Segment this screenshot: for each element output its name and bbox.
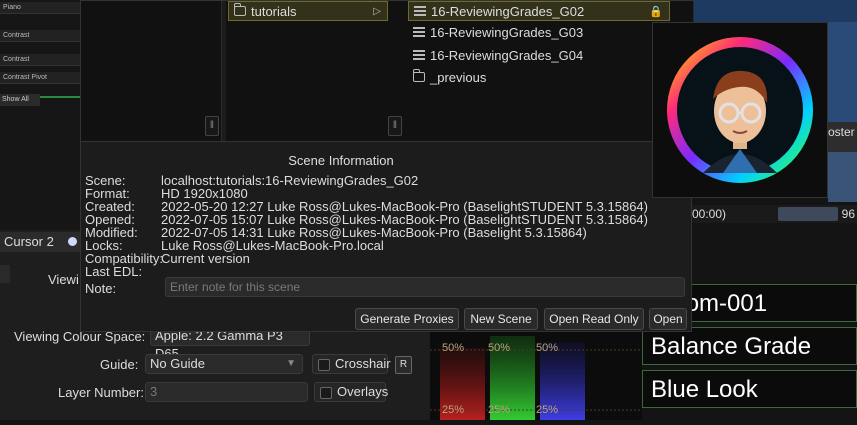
guide-value: No Guide [150, 356, 205, 371]
folder-item-previous[interactable]: _previous [408, 68, 670, 88]
scene-icon [413, 27, 425, 37]
layer-number-label: Layer Number: [58, 385, 144, 400]
checkbox-icon [318, 359, 330, 371]
left-panel: Piano Contrast Contrast Contrast Pivot [0, 0, 82, 230]
avatar [652, 22, 828, 198]
scene-item[interactable]: 16-ReviewingGrades_G04 [408, 46, 670, 66]
timecode: 00:00) [692, 207, 727, 221]
scene-name: 16-ReviewingGrades_G02 [431, 4, 585, 19]
note-label: Note: [85, 281, 117, 296]
timecode-right: 96 [841, 207, 855, 221]
timeline-slider[interactable] [778, 207, 838, 221]
info-value: Current version [161, 251, 250, 266]
divider [81, 141, 693, 142]
expand-arrow-icon[interactable] [0, 265, 10, 283]
layer-row[interactable]: Piano [0, 2, 80, 14]
open-button[interactable]: Open [649, 308, 687, 330]
timeline-strip [692, 0, 857, 22]
chevron-down-icon: ▼ [286, 358, 296, 369]
guide-label: Guide: [100, 357, 139, 372]
info-label: Last EDL: [85, 264, 143, 279]
browser-column: ‖ [81, 1, 222, 141]
show-all-dropdown[interactable]: Show All [0, 94, 40, 106]
crosshair-toggle[interactable]: Crosshair [312, 354, 391, 374]
poster-label: oster [828, 122, 857, 152]
avatar-illustration [667, 37, 813, 183]
folder-icon [234, 3, 246, 16]
scope-level-label: 50% [488, 342, 511, 354]
scene-icon [414, 6, 426, 16]
folder-column: tutorials ▷ ‖ [226, 1, 407, 141]
scene-icon [413, 50, 425, 60]
column-resize-handle[interactable]: ‖ [205, 116, 219, 136]
checkbox-icon [320, 387, 332, 399]
active-indicator [40, 96, 82, 98]
look-button[interactable]: Balance Grade [642, 327, 857, 365]
lock-icon: 🔒 [649, 6, 663, 18]
crosshair-label: Crosshair [335, 356, 391, 371]
waveform-scopes: 50% 50% 50% 25% 25% 25% [430, 332, 642, 420]
layer-number-field[interactable]: 3 [145, 382, 308, 402]
scope-level-label: 50% [442, 342, 465, 354]
scope-level-label: 50% [536, 342, 559, 354]
folder-label: _previous [430, 70, 487, 85]
cursor-indicator-icon [68, 237, 77, 246]
layer-row[interactable]: Contrast Pivot [0, 72, 80, 84]
scope-level-label: 25% [536, 404, 559, 416]
scope-level-label: 25% [488, 404, 511, 416]
folder-label: tutorials [251, 4, 297, 19]
look-button[interactable]: Blue Look [642, 370, 857, 408]
scene-name: 16-ReviewingGrades_G04 [430, 48, 584, 63]
layer-row[interactable]: Contrast [0, 54, 80, 66]
reset-button[interactable]: R [395, 356, 412, 374]
scene-browser-dialog: ‖ tutorials ▷ ‖ 16-ReviewingGrades_G02 🔒… [80, 0, 694, 332]
viewing-label: Viewi [48, 272, 79, 287]
generate-proxies-button[interactable]: Generate Proxies [355, 308, 459, 330]
play-arrow-icon: ▷ [373, 6, 381, 17]
open-read-only-button[interactable]: Open Read Only [544, 308, 644, 330]
guide-select[interactable]: No Guide ▼ [145, 354, 303, 374]
note-input[interactable]: Enter note for this scene [165, 277, 685, 297]
overlays-toggle[interactable]: Overlays [314, 382, 389, 402]
layer-row[interactable]: Contrast [0, 30, 80, 42]
overlays-label: Overlays [337, 384, 389, 399]
scene-item[interactable]: 16-ReviewingGrades_G02 🔒 [408, 1, 670, 21]
scene-column: 16-ReviewingGrades_G02 🔒 16-ReviewingGra… [406, 1, 694, 141]
scene-item[interactable]: 16-ReviewingGrades_G03 [408, 23, 670, 43]
scene-name: 16-ReviewingGrades_G03 [430, 25, 584, 40]
scene-info-title: Scene Information [288, 153, 394, 168]
viewer-edge [828, 22, 857, 122]
column-resize-handle[interactable]: ‖ [388, 116, 402, 136]
folder-icon [413, 69, 425, 82]
thumbnail-strip [828, 152, 857, 202]
scope-level-label: 25% [442, 404, 465, 416]
folder-item-tutorials[interactable]: tutorials ▷ [228, 1, 388, 21]
new-scene-button[interactable]: New Scene [464, 308, 538, 330]
